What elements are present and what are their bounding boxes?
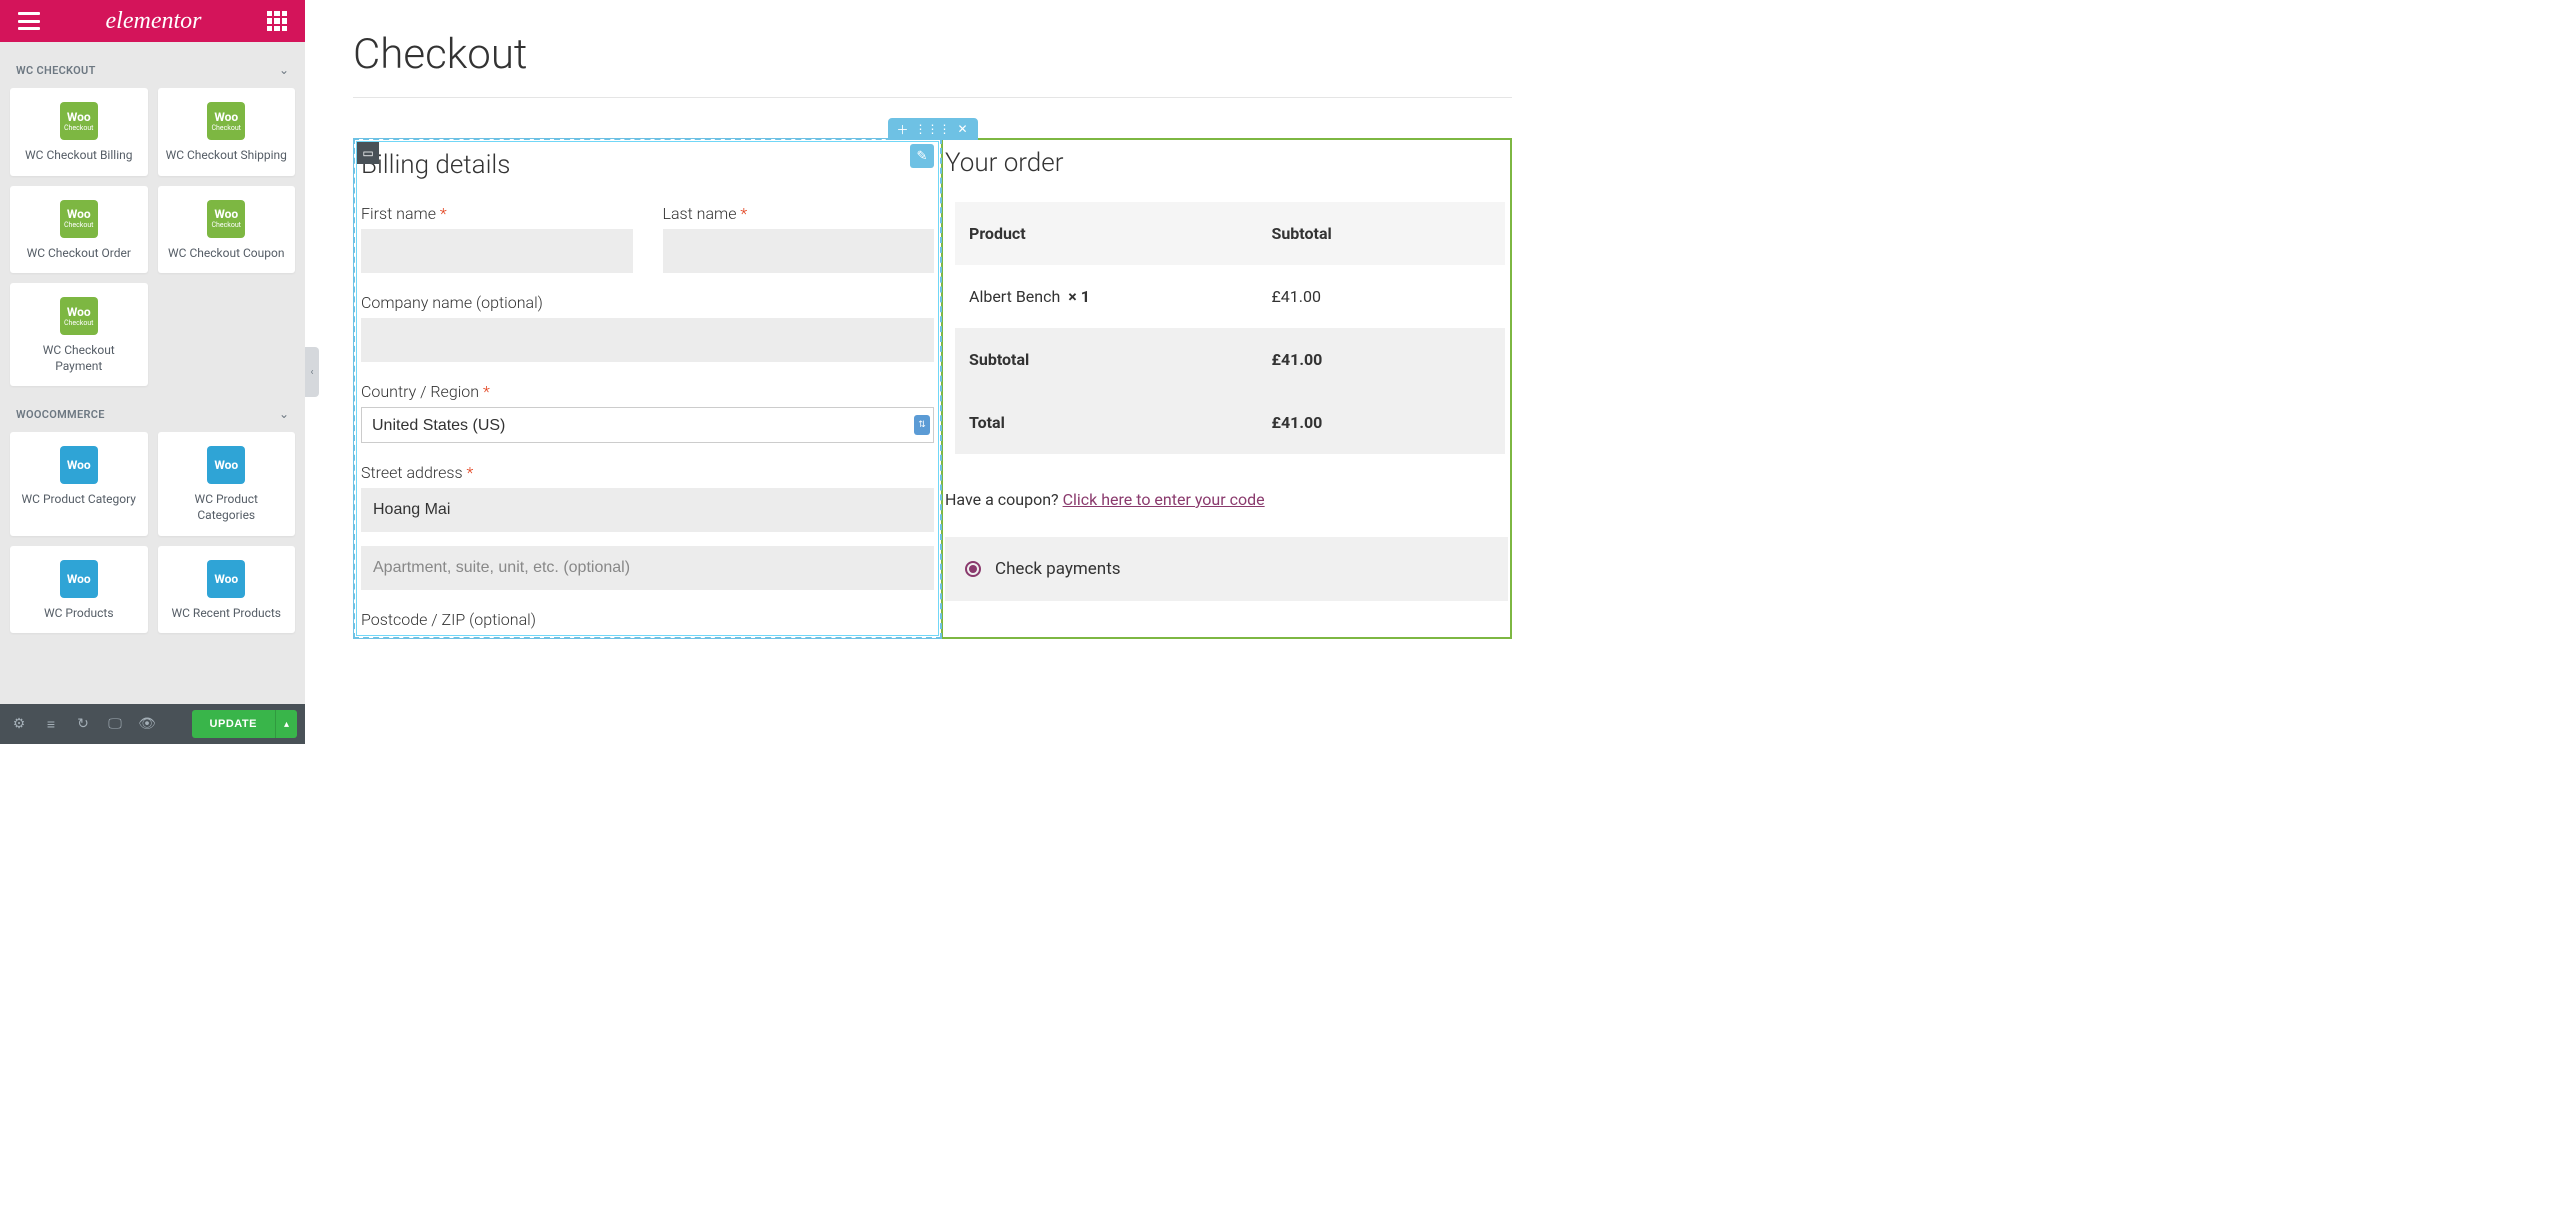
item-price: £41.00 (1257, 265, 1505, 328)
radio-checked-icon[interactable] (965, 561, 981, 577)
subtotal-row: Subtotal £41.00 (955, 328, 1505, 391)
widget-wc-checkout-order[interactable]: WooCheckout WC Checkout Order (10, 186, 148, 274)
widget-label: WC Checkout Billing (18, 148, 140, 164)
payment-method[interactable]: Check payments (945, 537, 1508, 601)
edit-widget-icon[interactable]: ✎ (910, 144, 934, 168)
apps-grid-icon[interactable] (267, 11, 287, 31)
order-heading: Your order (943, 148, 1510, 178)
widget-label: WC Products (18, 606, 140, 622)
section-add-icon[interactable]: ＋ (888, 118, 918, 140)
widget-wc-product-categories[interactable]: Woo WC Product Categories (158, 432, 296, 535)
panel-footer: ⚙ ≡ ↻ 🖵 👁 UPDATE ▴ (0, 704, 305, 744)
section-drag-icon[interactable]: ⋮⋮⋮ (918, 118, 948, 140)
widget-label: WC Product Categories (166, 492, 288, 523)
widget-label: WC Recent Products (166, 606, 288, 622)
last-name-label: Last name * (663, 204, 935, 223)
panel-body: WC CHECKOUT ⌄ WooCheckout WC Checkout Bi… (0, 42, 305, 704)
category-title: WOOCOMMERCE (16, 408, 105, 421)
total-row: Total £41.00 (955, 391, 1505, 454)
street-address-2-input[interactable] (361, 546, 934, 590)
total-label: Total (955, 391, 1257, 454)
responsive-icon[interactable]: 🖵 (104, 716, 126, 732)
coupon-line: Have a coupon? Click here to enter your … (945, 490, 1510, 509)
preview-area: Checkout ＋ ⋮⋮⋮ ✕ ▭ ✎ Billing details (305, 0, 1560, 744)
column-handle-icon[interactable]: ▭ (357, 142, 379, 164)
postcode-label: Postcode / ZIP (optional) (361, 610, 934, 629)
woo-checkout-icon: WooCheckout (60, 102, 98, 140)
widget-label: WC Checkout Payment (18, 343, 140, 374)
category-wc-checkout[interactable]: WC CHECKOUT ⌄ (10, 52, 295, 88)
item-name: Albert Bench (969, 287, 1060, 306)
widget-label: WC Checkout Coupon (166, 246, 288, 262)
woo-checkout-icon: WooCheckout (207, 102, 245, 140)
category-woocommerce[interactable]: WOOCOMMERCE ⌄ (10, 396, 295, 432)
widget-wc-checkout-coupon[interactable]: WooCheckout WC Checkout Coupon (158, 186, 296, 274)
history-icon[interactable]: ↻ (72, 716, 94, 732)
widget-label: WC Checkout Order (18, 246, 140, 262)
th-product: Product (955, 202, 1257, 265)
company-input[interactable] (361, 318, 934, 362)
first-name-label: First name * (361, 204, 633, 223)
section-controls: ＋ ⋮⋮⋮ ✕ (888, 118, 978, 140)
category-title: WC CHECKOUT (16, 64, 96, 77)
woo-icon: Woo (207, 560, 245, 598)
widget-wc-products[interactable]: Woo WC Products (10, 546, 148, 634)
coupon-question: Have a coupon? (945, 490, 1063, 509)
item-qty: × 1 (1068, 287, 1090, 306)
th-subtotal: Subtotal (1257, 202, 1505, 265)
country-label: Country / Region * (361, 382, 934, 401)
menu-icon[interactable] (18, 12, 40, 30)
preview-icon[interactable]: 👁 (136, 716, 158, 732)
subtotal-value: £41.00 (1257, 328, 1505, 391)
page-title: Checkout (353, 30, 1512, 79)
woo-checkout-icon: WooCheckout (207, 200, 245, 238)
update-caret-button[interactable]: ▴ (275, 710, 297, 738)
widget-wc-checkout-payment[interactable]: WooCheckout WC Checkout Payment (10, 283, 148, 386)
widget-label: WC Checkout Shipping (166, 148, 288, 164)
table-row: Albert Bench × 1 £41.00 (955, 265, 1505, 328)
widget-wc-product-category[interactable]: Woo WC Product Category (10, 432, 148, 535)
first-name-input[interactable] (361, 229, 633, 273)
widget-wc-recent-products[interactable]: Woo WC Recent Products (158, 546, 296, 634)
chevron-down-icon: ⌄ (279, 63, 289, 77)
panel-header: elementor (0, 0, 305, 42)
coupon-link[interactable]: Click here to enter your code (1063, 490, 1265, 509)
gear-icon[interactable]: ⚙ (8, 716, 30, 732)
chevron-down-icon: ⌄ (279, 407, 289, 421)
divider (353, 97, 1512, 98)
update-button[interactable]: UPDATE (192, 710, 275, 738)
billing-heading: Billing details (357, 150, 938, 180)
woo-checkout-icon: WooCheckout (60, 297, 98, 335)
street-label: Street address * (361, 463, 934, 482)
woo-icon: Woo (60, 560, 98, 598)
woo-checkout-icon: WooCheckout (60, 200, 98, 238)
street-address-input[interactable] (361, 488, 934, 532)
navigator-icon[interactable]: ≡ (40, 716, 62, 733)
payment-label: Check payments (995, 559, 1121, 579)
widget-wc-checkout-shipping[interactable]: WooCheckout WC Checkout Shipping (158, 88, 296, 176)
logo: elementor (106, 8, 202, 35)
column-billing[interactable]: ▭ ✎ Billing details First name * Last na… (353, 138, 942, 639)
collapse-handle-icon[interactable]: ‹ (305, 347, 319, 397)
company-label: Company name (optional) (361, 293, 934, 312)
woo-icon: Woo (60, 446, 98, 484)
country-select[interactable]: United States (US) (361, 407, 934, 443)
widget-wc-checkout-billing[interactable]: WooCheckout WC Checkout Billing (10, 88, 148, 176)
subtotal-label: Subtotal (955, 328, 1257, 391)
billing-widget[interactable]: Billing details First name * Last name * (356, 141, 939, 636)
last-name-input[interactable] (663, 229, 935, 273)
order-table: Product Subtotal Albert Bench × 1 £41.00… (955, 202, 1505, 454)
section-close-icon[interactable]: ✕ (948, 118, 978, 140)
section[interactable]: ▭ ✎ Billing details First name * Last na… (353, 138, 1512, 639)
woo-icon: Woo (207, 446, 245, 484)
elementor-panel: elementor WC CHECKOUT ⌄ WooCheckout WC C… (0, 0, 305, 744)
column-order[interactable]: Your order Product Subtotal Albert Bench… (941, 138, 1512, 639)
widget-label: WC Product Category (18, 492, 140, 508)
total-value: £41.00 (1257, 391, 1505, 454)
